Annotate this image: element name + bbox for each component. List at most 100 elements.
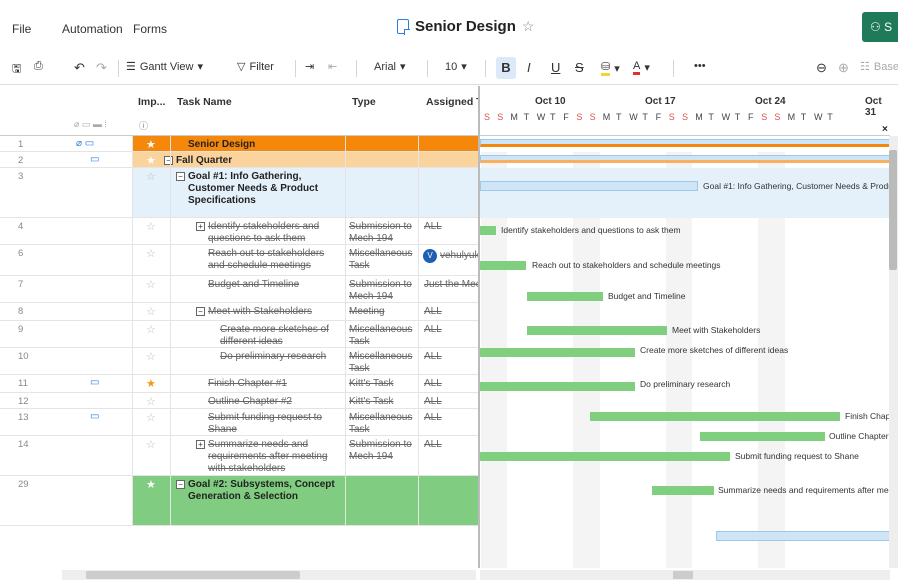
col-header-task-name[interactable]: Task Name <box>177 96 232 108</box>
col-header-importance[interactable]: Imp... <box>138 96 165 108</box>
task-name[interactable]: Do preliminary research <box>220 351 340 363</box>
vertical-scroll-thumb[interactable] <box>889 150 897 270</box>
table-row[interactable]: 10 ☆ Do preliminary research Miscellaneous … <box>0 348 478 375</box>
importance-star-icon[interactable]: ☆ <box>146 350 156 363</box>
expand-collapse-toggle[interactable]: − <box>164 156 173 165</box>
task-bar[interactable] <box>700 432 825 441</box>
table-row[interactable]: 6 ☆ Reach out to stakeholders and schedule… <box>0 245 478 276</box>
task-name[interactable]: Budget and Timeline <box>208 279 340 291</box>
comment-icon[interactable]: ▭ <box>90 154 99 165</box>
share-button[interactable]: ⚇ S <box>862 12 898 42</box>
task-type[interactable]: Meeting <box>349 306 419 318</box>
importance-star-icon[interactable]: ☆ <box>146 395 156 408</box>
importance-star-icon[interactable]: ☆ <box>146 305 156 318</box>
menu-forms[interactable]: Forms <box>133 22 167 36</box>
menu-file[interactable]: File <box>12 22 31 36</box>
italic-button[interactable]: I <box>527 60 531 75</box>
importance-star-icon[interactable]: ☆ <box>146 278 156 291</box>
task-bar[interactable] <box>480 452 730 461</box>
task-name[interactable]: Finish Chapter #1 <box>208 378 340 390</box>
task-name[interactable]: Create more sketches of different ideas <box>220 324 340 348</box>
assigned-to[interactable]: ALL <box>424 221 478 233</box>
task-bar[interactable] <box>527 292 603 301</box>
task-bar[interactable] <box>527 326 667 335</box>
assigned-to[interactable]: ALL <box>424 306 478 318</box>
gantt-horizontal-scroll-thumb[interactable] <box>673 571 693 579</box>
summary-bar-goal1[interactable] <box>480 181 698 191</box>
task-name[interactable]: Outline Chapter #2 <box>208 396 340 408</box>
task-name[interactable]: Goal #1: Info Gathering, Customer Needs … <box>188 171 340 207</box>
task-type[interactable]: Miscellaneous Task <box>349 351 419 375</box>
assigned-to[interactable]: ALL <box>424 378 478 390</box>
importance-star-icon[interactable]: ★ <box>146 377 156 390</box>
task-name[interactable]: Identify stakeholders and questions to a… <box>208 221 340 245</box>
summary-bar-fall-quarter[interactable] <box>480 155 890 163</box>
task-bar[interactable] <box>480 226 496 235</box>
underline-button[interactable]: U <box>551 60 560 75</box>
task-name[interactable]: Summarize needs and requirements after m… <box>208 439 340 475</box>
task-name[interactable]: Meet with Stakeholders <box>208 306 340 318</box>
task-type[interactable]: Submission to Mech 194 <box>349 279 419 303</box>
zoom-in-icon[interactable]: ⊕ <box>838 60 849 76</box>
strikethrough-button[interactable]: S <box>575 60 584 75</box>
text-color-button[interactable]: A ▾ <box>633 60 650 75</box>
outdent-icon[interactable]: ⇤ <box>328 60 337 73</box>
assigned-to[interactable]: vehulyuk <box>440 250 478 262</box>
assigned-to[interactable]: ALL <box>424 351 478 363</box>
task-bar[interactable] <box>480 348 635 357</box>
table-row[interactable]: 13 ☆ Submit funding request to Shane Miscel… <box>0 409 478 436</box>
zoom-out-icon[interactable]: ⊖ <box>816 60 827 76</box>
table-row[interactable]: 1 ★ Senior Design ⌀ ▭ <box>0 136 478 152</box>
filter-button[interactable]: ▽ Filter <box>237 60 274 74</box>
indent-icon[interactable]: ⇥ <box>305 60 314 73</box>
importance-star-icon[interactable]: ☆ <box>146 170 156 183</box>
task-name[interactable]: Goal #2: Subsystems, Concept Generation … <box>188 479 340 503</box>
table-row[interactable]: 11 ★ Finish Chapter #1 Kitt's Task ALL ▭ <box>0 375 478 393</box>
save-icon[interactable]: 🖫 <box>12 60 21 79</box>
summary-bar-goal2[interactable] <box>716 531 890 541</box>
expand-collapse-toggle[interactable]: + <box>196 440 205 449</box>
print-icon[interactable]: ⎙ <box>34 60 43 73</box>
expand-collapse-toggle[interactable]: + <box>196 222 205 231</box>
task-name[interactable]: Senior Design <box>188 139 340 151</box>
task-name[interactable]: Submit funding request to Shane <box>208 412 340 436</box>
table-row[interactable]: 29 ★ − Goal #2: Subsystems, Concept Generat… <box>0 476 478 526</box>
attachment-comment-icon[interactable]: ⌀ ▭ <box>76 138 94 149</box>
table-row[interactable]: 12 ☆ Outline Chapter #2 Kitt's Task ALL <box>0 393 478 409</box>
importance-star-icon[interactable]: ☆ <box>146 247 156 260</box>
undo-icon[interactable]: ↶ <box>74 60 85 76</box>
importance-star-icon[interactable]: ☆ <box>146 411 156 424</box>
expand-collapse-toggle[interactable]: − <box>196 307 205 316</box>
comment-icon[interactable]: ▭ <box>90 377 99 388</box>
table-row[interactable]: 14 ☆ + Summarize needs and requirements aft… <box>0 436 478 476</box>
favorite-star-icon[interactable]: ☆ <box>522 18 535 35</box>
task-bar[interactable] <box>590 412 840 421</box>
assigned-to[interactable]: ALL <box>424 324 478 336</box>
table-row[interactable]: 7 ☆ Budget and Timeline Submission to Mech … <box>0 276 478 303</box>
table-row[interactable]: 9 ☆ Create more sketches of different idea… <box>0 321 478 348</box>
assigned-to[interactable]: ALL <box>424 412 478 424</box>
expand-collapse-toggle[interactable]: − <box>176 480 185 489</box>
assigned-to[interactable]: ALL <box>424 439 478 451</box>
importance-star-icon[interactable]: ☆ <box>146 323 156 336</box>
summary-bar-senior-design[interactable] <box>480 139 890 147</box>
bold-button[interactable]: B <box>496 57 516 79</box>
expand-collapse-toggle[interactable]: − <box>176 172 185 181</box>
task-bar[interactable] <box>480 382 635 391</box>
importance-star-icon[interactable]: ★ <box>146 478 156 491</box>
comment-icon[interactable]: ▭ <box>90 411 99 422</box>
close-icon[interactable]: × <box>882 124 888 135</box>
font-selector[interactable]: Arial ▾ <box>374 60 406 74</box>
fill-color-button[interactable]: ⛁ ▾ <box>601 60 620 76</box>
task-type[interactable]: Miscellaneous Task <box>349 324 419 348</box>
importance-star-icon[interactable]: ★ <box>146 154 156 167</box>
menu-automation[interactable]: Automation <box>62 22 123 36</box>
view-selector[interactable]: ☰ Gantt View ▾ <box>126 60 203 74</box>
task-bar[interactable] <box>652 486 714 495</box>
table-row[interactable]: 8 ☆ − Meet with Stakeholders Meeting ALL <box>0 303 478 321</box>
table-row[interactable]: 3 ☆ − Goal #1: Info Gathering, Customer Nee… <box>0 168 478 218</box>
task-type[interactable]: Kitt's Task <box>349 378 419 390</box>
task-name[interactable]: Reach out to stakeholders and schedule m… <box>208 248 340 272</box>
grid-horizontal-scroll-thumb[interactable] <box>86 571 300 579</box>
col-header-type[interactable]: Type <box>352 96 376 108</box>
